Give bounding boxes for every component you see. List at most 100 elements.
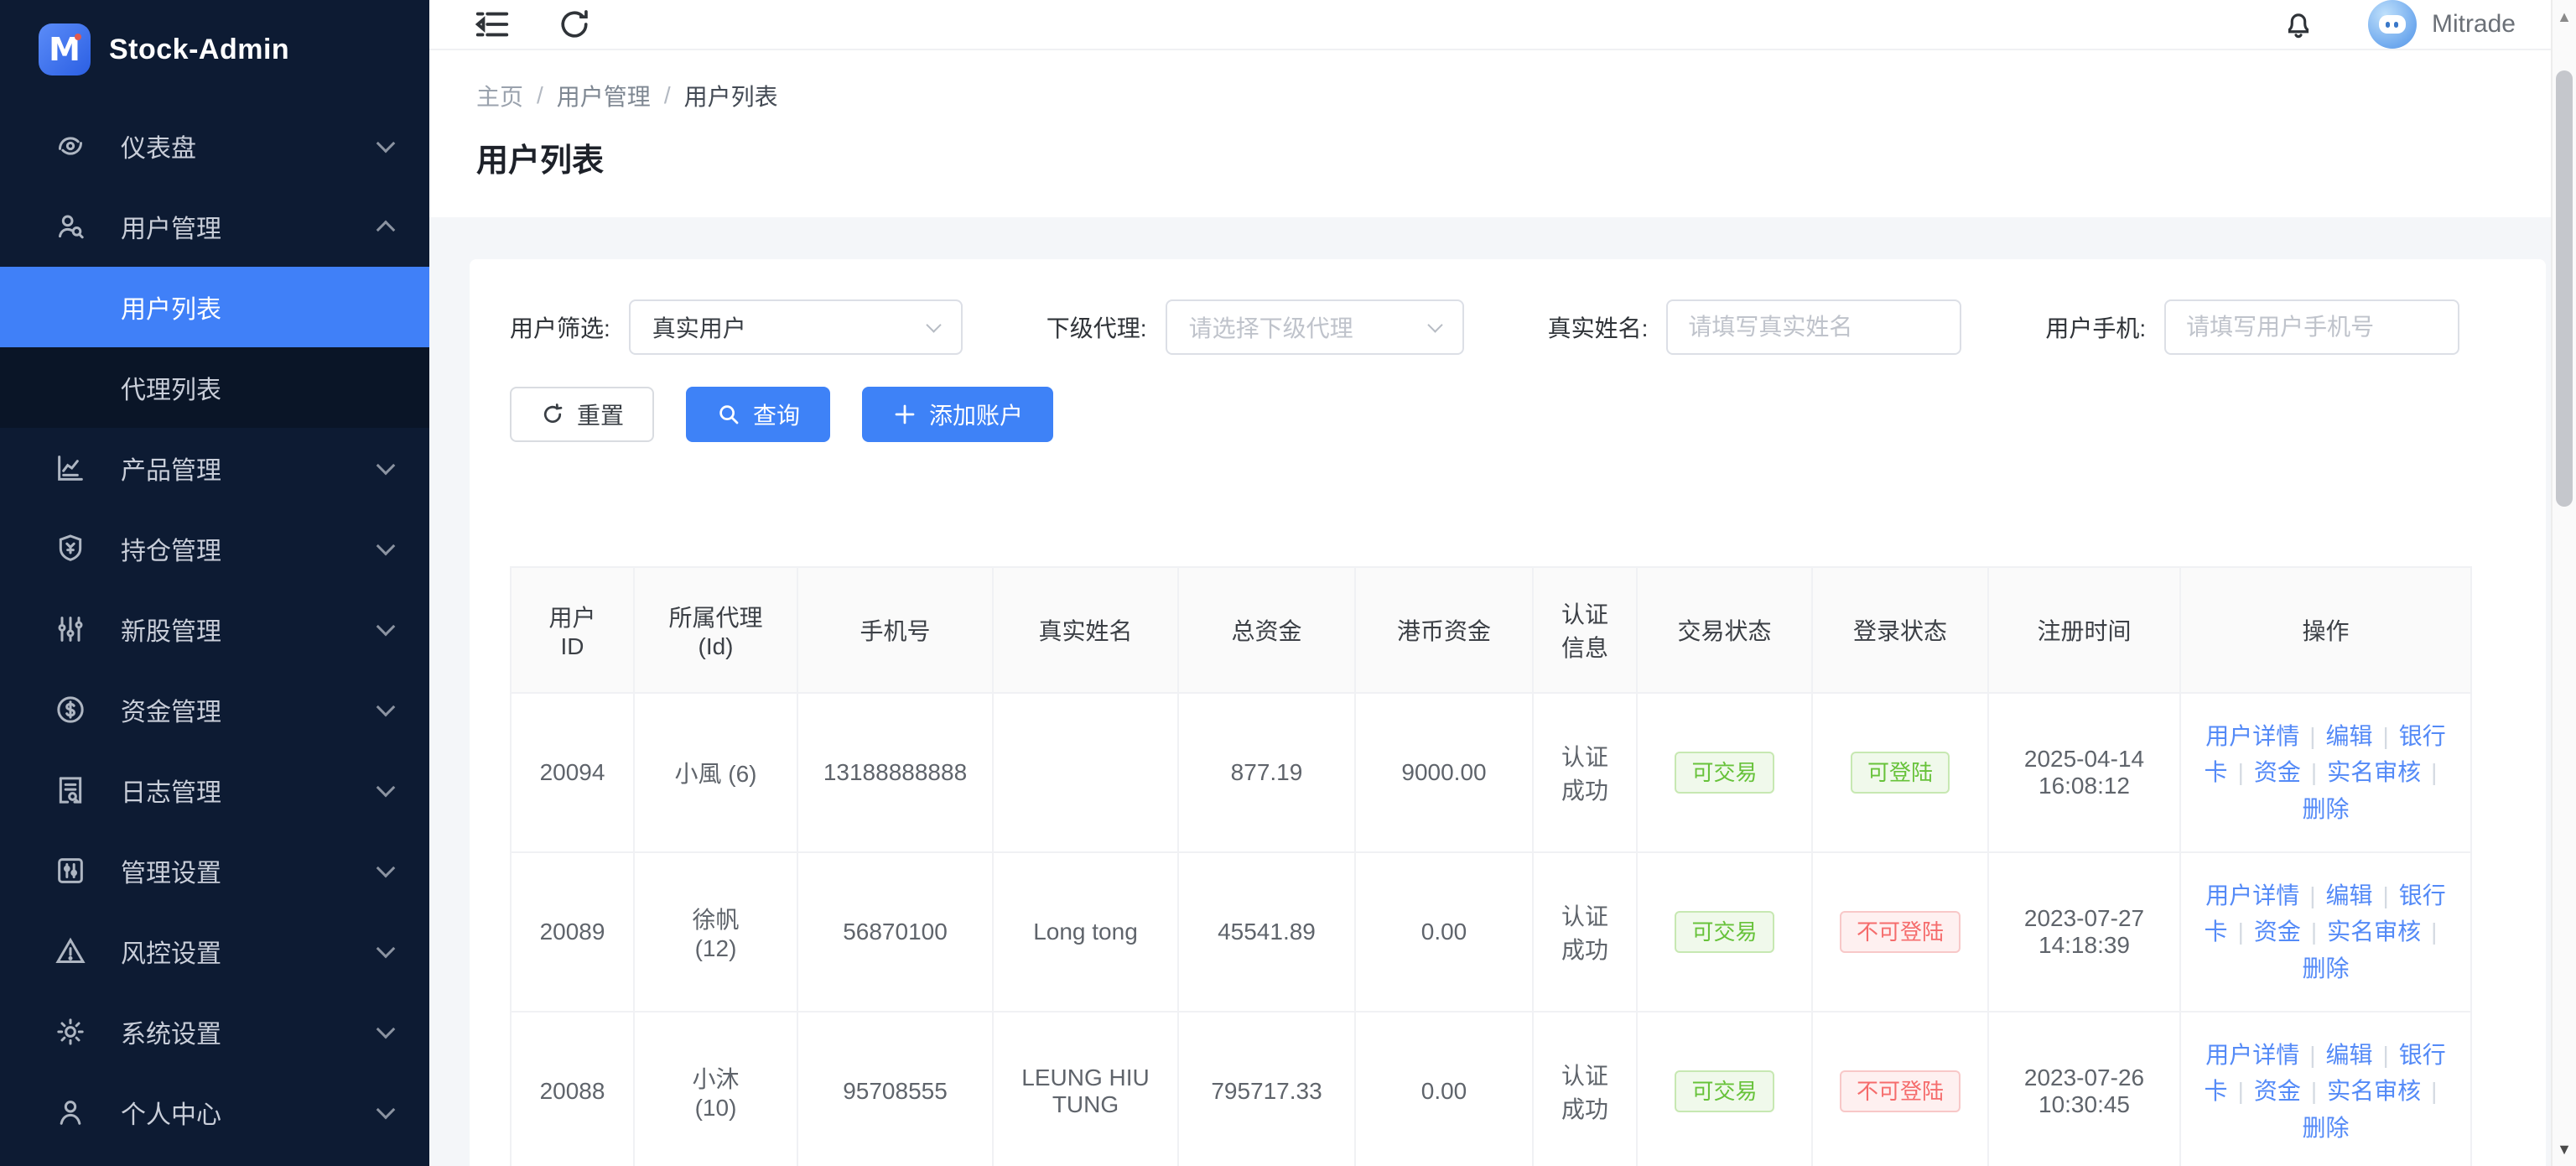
- reset-button[interactable]: 重置: [510, 387, 654, 442]
- add-account-button[interactable]: 添加账户: [862, 387, 1053, 442]
- notification-bell-icon[interactable]: [2281, 7, 2316, 42]
- row-action-link[interactable]: 编辑: [2325, 1042, 2372, 1068]
- cell-total-funds: 795717.33: [1178, 1012, 1355, 1166]
- cell-real-name: LEUNG HIU TUNG: [993, 1012, 1178, 1166]
- trade-status-badge: 可交易: [1675, 1070, 1774, 1112]
- row-action-link[interactable]: 用户详情: [2205, 882, 2299, 908]
- logo-red-dot: [75, 34, 81, 40]
- sidebar-item-profile-center[interactable]: 个人中心: [0, 1072, 429, 1153]
- sidebar-item-position-management[interactable]: 持仓管理: [0, 508, 429, 589]
- cell-auth-info: 认证 成功: [1533, 852, 1637, 1012]
- filter-row: 用户筛选: 真实用户 下级代理: 请选择下级代理 真实姓名: 用户手机:: [510, 299, 2506, 355]
- sidebar-item-admin-settings[interactable]: 管理设置: [0, 830, 429, 911]
- admin-settings-icon: [52, 852, 89, 889]
- user-filter-select[interactable]: 真实用户: [629, 299, 963, 355]
- row-action-link[interactable]: 删除: [2302, 796, 2349, 822]
- reset-icon: [540, 402, 565, 427]
- content-card: 用户筛选: 真实用户 下级代理: 请选择下级代理 真实姓名: 用户手机:: [470, 259, 2546, 1166]
- row-action-link[interactable]: 编辑: [2325, 723, 2372, 749]
- real-name-input[interactable]: [1666, 299, 1961, 355]
- sidebar-item-system-settings[interactable]: 系统设置: [0, 992, 429, 1072]
- cell-operations: 用户详情|编辑|银行卡|资金|实名审核|删除: [2180, 693, 2471, 852]
- page-scrollbar[interactable]: ▲ ▼: [2551, 0, 2576, 1166]
- row-action-link[interactable]: 删除: [2302, 1115, 2349, 1141]
- user-name: Mitrade: [2432, 10, 2516, 39]
- search-icon: [716, 402, 741, 427]
- cell-user-id: 20089: [511, 852, 634, 1012]
- trade-status-badge: 可交易: [1675, 911, 1774, 953]
- chevron-down-icon: [1427, 317, 1442, 332]
- sidebar-item-user-management[interactable]: 用户管理: [0, 186, 429, 267]
- table-header: 用户 ID 所属代理 (Id) 手机号 真实姓名 总资金 港币资金 认证 信息 …: [511, 567, 2471, 693]
- row-action-link[interactable]: 实名审核: [2327, 919, 2421, 945]
- sidebar-item-user-list[interactable]: 用户列表: [0, 267, 429, 347]
- cell-agent: 小風 (6): [634, 693, 797, 852]
- action-buttons: 重置 查询 添加账户: [510, 387, 2506, 442]
- cell-reg-time: 2023-07-27 14:18:39: [1988, 852, 2180, 1012]
- log-document-icon: [52, 772, 89, 809]
- col-auth-info: 认证 信息: [1533, 567, 1637, 693]
- cell-hkd-funds: 0.00: [1355, 1012, 1533, 1166]
- sidebar-item-funds-management[interactable]: 资金管理: [0, 669, 429, 750]
- chevron-down-icon: [377, 134, 396, 154]
- sidebar-item-log-management[interactable]: 日志管理: [0, 750, 429, 830]
- collapse-sidebar-icon[interactable]: [473, 5, 512, 44]
- row-action-link[interactable]: 用户详情: [2205, 1042, 2299, 1068]
- col-hkd-funds: 港币资金: [1355, 567, 1533, 693]
- breadcrumb-home[interactable]: 主页: [476, 79, 523, 112]
- page-header: 主页 / 用户管理 / 用户列表 用户列表: [429, 50, 2576, 217]
- sub-agent-label: 下级代理:: [1046, 310, 1147, 344]
- col-real-name: 真实姓名: [993, 567, 1178, 693]
- sidebar-item-risk-settings[interactable]: 风控设置: [0, 911, 429, 992]
- refresh-icon[interactable]: [555, 5, 594, 44]
- sidebar-item-ipo-management[interactable]: 新股管理: [0, 589, 429, 669]
- row-action-link[interactable]: 资金: [2254, 1078, 2301, 1104]
- login-status-badge: 不可登陆: [1840, 1070, 1961, 1112]
- filter-sub-agent: 下级代理: 请选择下级代理: [1046, 299, 1464, 355]
- table-row: 20094 小風 (6) 13188888888 877.19 9000.00 …: [511, 693, 2471, 852]
- row-action-link[interactable]: 资金: [2254, 919, 2301, 945]
- scroll-down-arrow[interactable]: ▼: [2553, 1132, 2576, 1166]
- user-management-icon: [52, 208, 89, 245]
- breadcrumb-user-management[interactable]: 用户管理: [557, 79, 651, 112]
- row-action-link[interactable]: 删除: [2302, 955, 2349, 981]
- scrollbar-thumb[interactable]: [2556, 70, 2573, 507]
- cell-trade-status: 可交易: [1637, 852, 1812, 1012]
- chevron-up-icon: [377, 221, 396, 240]
- plus-icon: [892, 402, 917, 427]
- cell-reg-time: 2023-07-26 10:30:45: [1988, 1012, 2180, 1166]
- system-gear-icon: [52, 1013, 89, 1050]
- user-phone-input[interactable]: [2164, 299, 2459, 355]
- breadcrumb-user-list: 用户列表: [684, 79, 778, 112]
- col-trade-status: 交易状态: [1637, 567, 1812, 693]
- chevron-down-icon: [377, 698, 396, 717]
- risk-warning-icon: [52, 933, 89, 970]
- app-logo-icon: M: [39, 23, 91, 75]
- real-name-label: 真实姓名:: [1548, 310, 1649, 344]
- sidebar-item-agent-list[interactable]: 代理列表: [0, 347, 429, 428]
- user-avatar[interactable]: [2368, 0, 2417, 49]
- product-chart-icon: [52, 450, 89, 487]
- cell-phone: 56870100: [797, 852, 993, 1012]
- sidebar-item-product-management[interactable]: 产品管理: [0, 428, 429, 508]
- col-phone: 手机号: [797, 567, 993, 693]
- cell-phone: 95708555: [797, 1012, 993, 1166]
- filter-user-phone: 用户手机:: [2045, 299, 2459, 355]
- chevron-down-icon: [377, 456, 396, 476]
- query-button[interactable]: 查询: [686, 387, 830, 442]
- sub-agent-select[interactable]: 请选择下级代理: [1166, 299, 1464, 355]
- row-action-link[interactable]: 实名审核: [2327, 1078, 2421, 1104]
- sidebar-item-dashboard[interactable]: 仪表盘: [0, 106, 429, 186]
- row-action-link[interactable]: 实名审核: [2327, 759, 2421, 785]
- row-action-link[interactable]: 用户详情: [2205, 723, 2299, 749]
- page-title: 用户列表: [476, 134, 2576, 180]
- brand: M Stock-Admin: [0, 0, 429, 99]
- chevron-down-icon: [377, 940, 396, 959]
- row-action-link[interactable]: 编辑: [2325, 882, 2372, 908]
- cell-trade-status: 可交易: [1637, 693, 1812, 852]
- cell-login-status: 可登陆: [1812, 693, 1988, 852]
- row-action-link[interactable]: 资金: [2254, 759, 2301, 785]
- cell-trade-status: 可交易: [1637, 1012, 1812, 1166]
- scroll-up-arrow[interactable]: ▲: [2553, 0, 2576, 34]
- funds-dollar-icon: [52, 691, 89, 728]
